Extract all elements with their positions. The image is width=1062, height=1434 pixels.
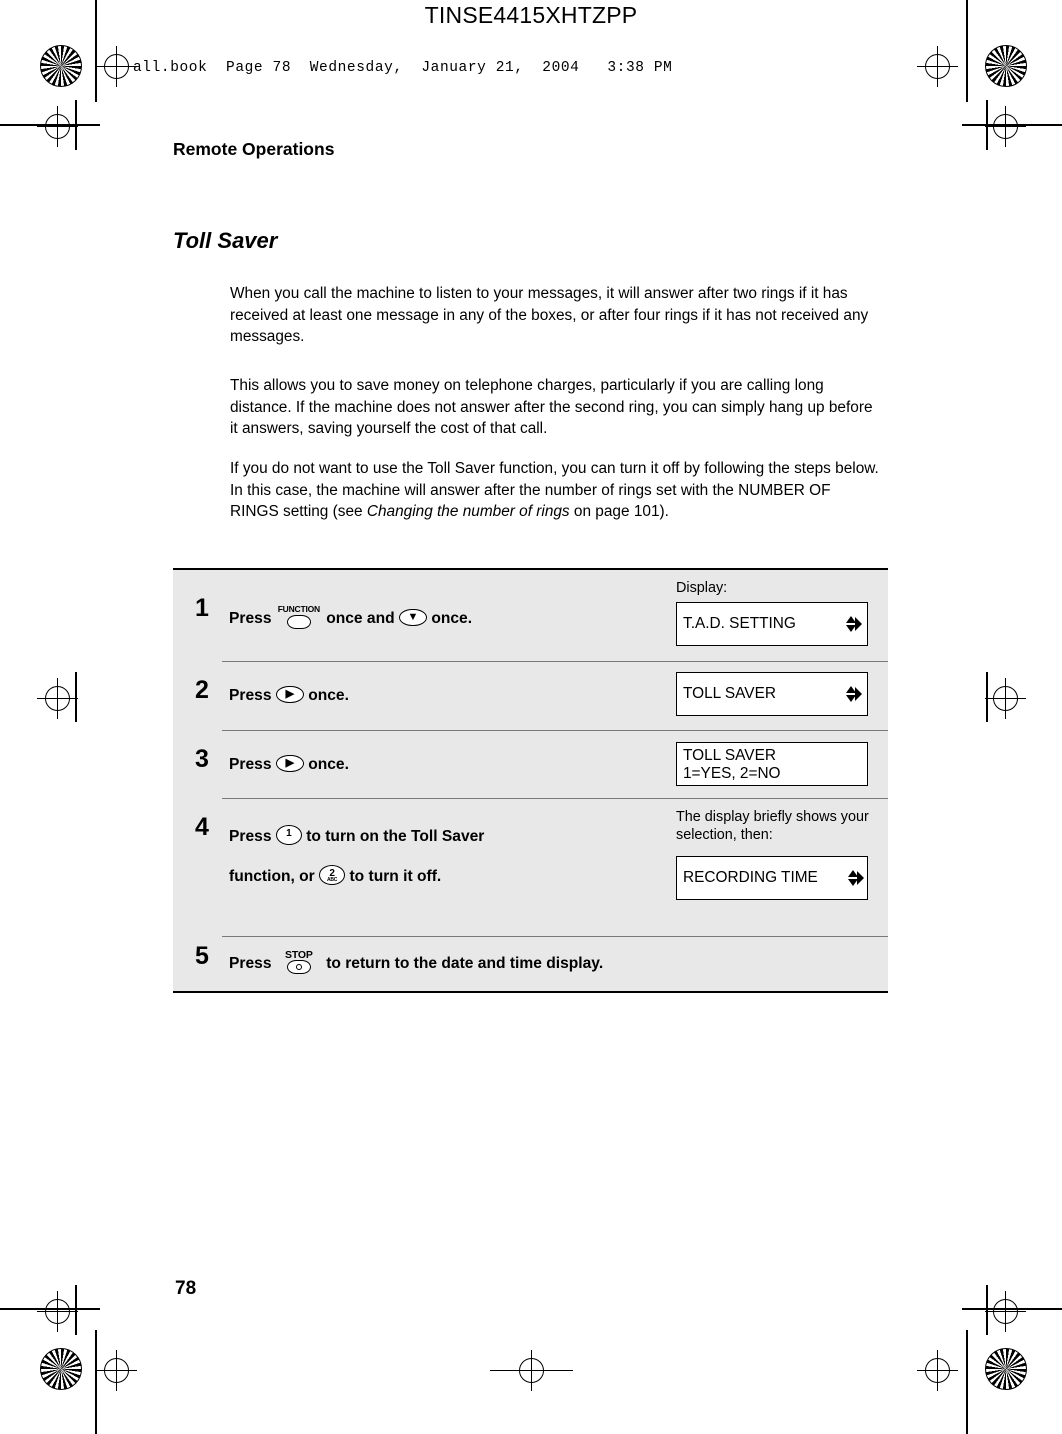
stop-key-icon: STOP: [276, 949, 322, 975]
display-column-label: Display:: [676, 580, 728, 596]
right-arrow-key-icon-step2: ▶: [275, 686, 304, 703]
numeric-key-1-icon: 1: [275, 825, 302, 845]
step-5-instruction: Press STOP to return to the date and tim…: [229, 949, 603, 975]
step-divider-1: [222, 661, 888, 662]
registration-starburst-bottom-left: [40, 1348, 82, 1390]
crop-mark-left-vertical-bottom: [95, 1330, 97, 1434]
right-arrow-key-icon-step3: ▶: [275, 755, 304, 772]
body-paragraph-3: If you do not want to use the Toll Saver…: [230, 458, 882, 523]
display-box-step-2: TOLL SAVER: [676, 672, 868, 716]
step-divider-2: [222, 730, 888, 731]
body-paragraph-2: This allows you to save money on telepho…: [230, 377, 873, 437]
step-4-line2-after: to turn it off.: [349, 868, 442, 885]
display-text-step-3-line2: 1=YES, 2=NO: [683, 765, 781, 782]
display-arrows-step-1: [842, 612, 862, 636]
display-text-step-1: T.A.D. SETTING: [683, 615, 796, 632]
display-text-step-4: RECORDING TIME: [683, 869, 818, 886]
step-4-text-before: Press: [229, 828, 272, 845]
step-4-display-note: The display briefly shows your selection…: [676, 809, 869, 843]
function-key-icon: FUNCTION: [276, 604, 322, 630]
step-1-text-after: once.: [431, 610, 473, 627]
body-paragraph-1: When you call the machine to listen to y…: [230, 285, 869, 345]
step-2-text-before: Press: [229, 687, 272, 704]
step-1-text-before: Press: [229, 610, 272, 627]
display-box-step-4: RECORDING TIME: [676, 856, 868, 900]
procedure-steps-panel: Display: 1 Press FUNCTION once and ▼ onc…: [173, 568, 888, 993]
step-5-text-after: to return to the date and time display.: [326, 955, 604, 972]
step-1-text-middle: once and: [326, 610, 395, 627]
page-header-title: Remote Operations: [173, 139, 335, 159]
step-3-text-after: once.: [308, 756, 349, 773]
section-title: Toll Saver: [173, 228, 278, 253]
crop-mark-right-vertical-bottom: [966, 1330, 968, 1434]
paragraph3-italic-reference: Changing the number of rings: [366, 503, 570, 520]
display-arrows-step-2: [842, 682, 862, 706]
step-3-instruction: Press ▶ once.: [229, 755, 349, 774]
steps-top-rule: [173, 568, 888, 570]
page-number: 78: [175, 1278, 197, 1299]
display-arrows-step-4: [844, 866, 864, 890]
numeric-key-2-icon: 2 ABC: [319, 865, 346, 885]
registration-starburst-bottom-right: [985, 1348, 1027, 1390]
document-code: TINSE4415XHTZPP: [424, 2, 638, 28]
display-box-step-3: TOLL SAVER 1=YES, 2=NO: [676, 742, 868, 786]
registration-starburst-top-right: [985, 45, 1027, 87]
crop-mark-left-edge-vertical-mid: [75, 672, 77, 722]
step-4-instruction-line1: Press 1 to turn on the Toll Saver: [229, 825, 484, 846]
crop-mark-right-edge-vertical-mid: [986, 672, 988, 722]
crop-mark-left-edge-vertical-upper2: [986, 100, 988, 150]
step-divider-4: [222, 936, 888, 937]
file-timestamp-stamp: all.book Page 78 Wednesday, January 21, …: [133, 60, 673, 76]
step-2-instruction: Press ▶ once.: [229, 686, 349, 705]
registration-starburst-top-left: [40, 45, 82, 87]
step-divider-3: [222, 798, 888, 799]
down-arrow-key-icon: ▼: [398, 609, 427, 626]
step-4-instruction-line2: function, or 2 ABC to turn it off.: [229, 865, 441, 886]
step-5-text-before: Press: [229, 955, 272, 972]
crop-mark-left-edge-vertical-upper: [75, 100, 77, 150]
paragraph3-part2: on page 101).: [569, 503, 669, 520]
step-3-text-before: Press: [229, 756, 272, 773]
display-text-step-3-line1: TOLL SAVER: [683, 747, 776, 764]
display-box-step-1: T.A.D. SETTING: [676, 602, 868, 646]
step-4-line2-before: function, or: [229, 868, 315, 885]
step-2-text-after: once.: [308, 687, 349, 704]
crop-mark-left-edge-vertical-lower: [75, 1285, 77, 1335]
display-text-step-2: TOLL SAVER: [683, 685, 776, 702]
step-1-instruction: Press FUNCTION once and ▼ once.: [229, 604, 472, 630]
crop-mark-right-edge-vertical-lower: [986, 1285, 988, 1335]
steps-bottom-rule: [173, 991, 888, 993]
step-4-text-after: to turn on the Toll Saver: [306, 828, 485, 845]
